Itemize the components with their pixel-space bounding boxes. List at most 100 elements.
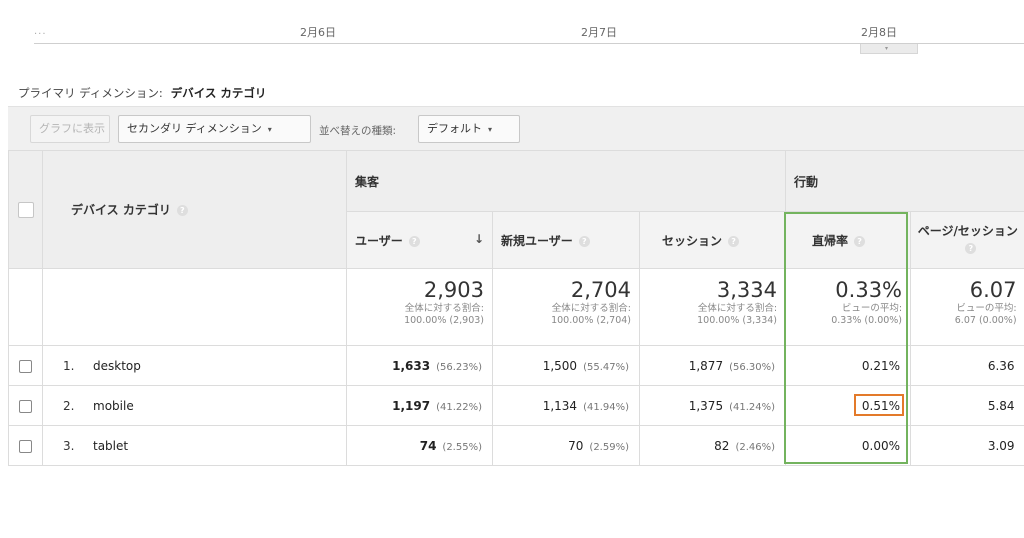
pages-per-session-total-caption: ビューの平均:: [956, 303, 1017, 314]
acquisition-group-header: 集客: [345, 150, 787, 212]
totals-blank-cell: [8, 268, 43, 346]
primary-dimension: プライマリ ディメンション: デバイス カテゴリ: [18, 85, 266, 101]
users-percent: (2.55%): [442, 441, 482, 453]
row-index: 3.: [63, 438, 75, 453]
row-index: 2.: [63, 398, 75, 413]
users-cell: 74 (2.55%): [346, 425, 493, 466]
primary-dimension-value[interactable]: デバイス カテゴリ: [171, 86, 267, 100]
sessions-column-header[interactable]: セッション?: [638, 211, 787, 269]
sessions-value: 1,375: [688, 398, 724, 413]
select-all-checkbox[interactable]: [17, 201, 34, 218]
dimension-header[interactable]: デバイス カテゴリ?: [42, 150, 347, 269]
new-users-percent: (55.47%): [583, 361, 629, 373]
users-value: 74: [419, 438, 437, 453]
users-column-header[interactable]: ユーザー? ↓: [346, 211, 493, 269]
sessions-total-detail: 100.00% (3,334): [697, 315, 778, 326]
report-toolbar: グラフに表示 セカンダリ ディメンション ▾ 並べ替えの種類: デフォルト ▾: [8, 106, 1024, 151]
help-icon[interactable]: ?: [854, 235, 866, 247]
sessions-percent: (41.24%): [729, 401, 776, 413]
chevron-down-icon: ▾: [885, 45, 889, 52]
sort-type-dropdown[interactable]: デフォルト ▾: [418, 115, 520, 143]
help-icon[interactable]: ?: [176, 205, 188, 216]
sessions-total-caption: 全体に対する割合:: [697, 303, 778, 314]
sessions-value: 82: [714, 438, 730, 453]
pages-per-session-cell: 6.36: [910, 345, 1024, 386]
dimension-header-label: デバイス カテゴリ: [71, 203, 171, 217]
users-total-detail: 100.00% (2,903): [404, 315, 484, 326]
timeline-date-label: 2月8日: [861, 26, 897, 39]
select-all-cell: [8, 150, 43, 269]
new-users-cell: 1,134 (41.94%): [492, 385, 640, 426]
row-checkbox-cell: [8, 385, 43, 426]
sessions-total-cell: 3,334 全体に対する割合: 100.00% (3,334): [638, 268, 787, 346]
new-users-cell: 1,500 (55.47%): [492, 345, 640, 386]
bounce-rate-column-header[interactable]: 直帰率?: [785, 211, 912, 269]
device-link[interactable]: mobile: [93, 399, 134, 413]
users-value: 1,197: [392, 398, 431, 413]
users-total-cell: 2,903 全体に対する割合: 100.00% (2,903): [346, 268, 493, 346]
new-users-value: 70: [568, 438, 584, 453]
row-checkbox-cell: [8, 425, 43, 466]
users-total-value: 2,903: [423, 278, 484, 302]
totals-dimension-cell: [42, 268, 347, 346]
bounce-rate-total-detail: 0.33% (0.00%): [831, 315, 903, 326]
device-cell: 2. mobile: [42, 385, 347, 426]
new-users-percent: (41.94%): [583, 401, 629, 413]
new-users-percent: (2.59%): [589, 441, 629, 453]
users-cell: 1,633 (56.23%): [346, 345, 493, 386]
help-icon[interactable]: ?: [965, 243, 977, 254]
new-users-cell: 70 (2.59%): [492, 425, 640, 466]
secondary-dimension-dropdown[interactable]: セカンダリ ディメンション ▾: [118, 115, 311, 143]
pages-per-session-cell: 5.84: [910, 385, 1024, 426]
timeline-handle[interactable]: ▾: [860, 44, 918, 54]
pages-per-session-column-header[interactable]: ページ/セッション?: [910, 211, 1024, 269]
row-checkbox[interactable]: [19, 439, 32, 453]
pages-per-session-total-detail: 6.07 (0.00%): [954, 315, 1017, 326]
new-users-total-value: 2,704: [570, 278, 631, 302]
users-percent: (56.23%): [436, 361, 482, 373]
plot-rows-button[interactable]: グラフに表示: [30, 115, 110, 143]
new-users-column-header[interactable]: 新規ユーザー?: [492, 211, 640, 269]
sessions-value: 1,877: [688, 358, 724, 373]
device-link[interactable]: tablet: [93, 439, 128, 453]
timeline-ellipsis: ...: [34, 26, 47, 37]
new-users-value: 1,134: [542, 398, 578, 413]
users-total-caption: 全体に対する割合:: [404, 303, 484, 314]
sessions-cell: 82 (2.46%): [638, 425, 787, 466]
primary-dimension-label: プライマリ ディメンション:: [18, 86, 163, 100]
timeline-axis: ... 2月6日 2月7日 2月8日 ▾: [0, 0, 1024, 60]
users-percent: (41.22%): [436, 401, 482, 413]
help-icon[interactable]: ?: [728, 235, 740, 247]
new-users-total-detail: 100.00% (2,704): [551, 315, 631, 326]
chevron-down-icon: ▾: [267, 125, 272, 134]
users-value: 1,633: [392, 358, 431, 373]
row-checkbox[interactable]: [19, 359, 32, 373]
new-users-column-label: 新規ユーザー: [501, 233, 573, 248]
bounce-rate-total-value: 0.33%: [835, 278, 903, 302]
report-table: デバイス カテゴリ? 集客 行動 ユーザー? ↓ 新規ユーザー? セッション? 直…: [8, 150, 1024, 466]
bounce-rate-cell: 0.00%: [785, 425, 912, 466]
bounce-rate-total-caption: ビューの平均:: [841, 303, 903, 314]
table-row: 3. tablet 74 (2.55%) 70 (2.59%) 82 (2.46%) 0…: [8, 425, 1024, 466]
totals-row: 2,903 全体に対する割合: 100.00% (2,903) 2,704 全体…: [8, 268, 1024, 346]
bounce-rate-cell: 0.21%: [785, 345, 912, 386]
pages-per-session-total-value: 6.07: [969, 278, 1017, 302]
help-icon[interactable]: ?: [578, 235, 590, 247]
sessions-column-label: セッション: [662, 233, 723, 248]
sessions-cell: 1,375 (41.24%): [638, 385, 787, 426]
pages-per-session-column-label: ページ/セッション: [917, 224, 1018, 238]
help-icon[interactable]: ?: [408, 235, 420, 247]
sessions-cell: 1,877 (56.30%): [638, 345, 787, 386]
secondary-dimension-label: セカンダリ ディメンション: [127, 122, 262, 135]
bounce-rate-total-cell: 0.33% ビューの平均: 0.33% (0.00%): [785, 268, 912, 346]
chevron-down-icon: ▾: [488, 125, 493, 134]
row-checkbox-cell: [8, 345, 43, 386]
new-users-total-cell: 2,704 全体に対する割合: 100.00% (2,704): [492, 268, 640, 346]
row-checkbox[interactable]: [19, 399, 32, 413]
sessions-percent: (56.30%): [729, 361, 776, 373]
pages-per-session-total-cell: 6.07 ビューの平均: 6.07 (0.00%): [910, 268, 1024, 346]
timeline-date-label: 2月7日: [581, 26, 617, 39]
device-link[interactable]: desktop: [93, 359, 141, 373]
device-cell: 3. tablet: [42, 425, 347, 466]
timeline-date-label: 2月6日: [300, 26, 336, 39]
